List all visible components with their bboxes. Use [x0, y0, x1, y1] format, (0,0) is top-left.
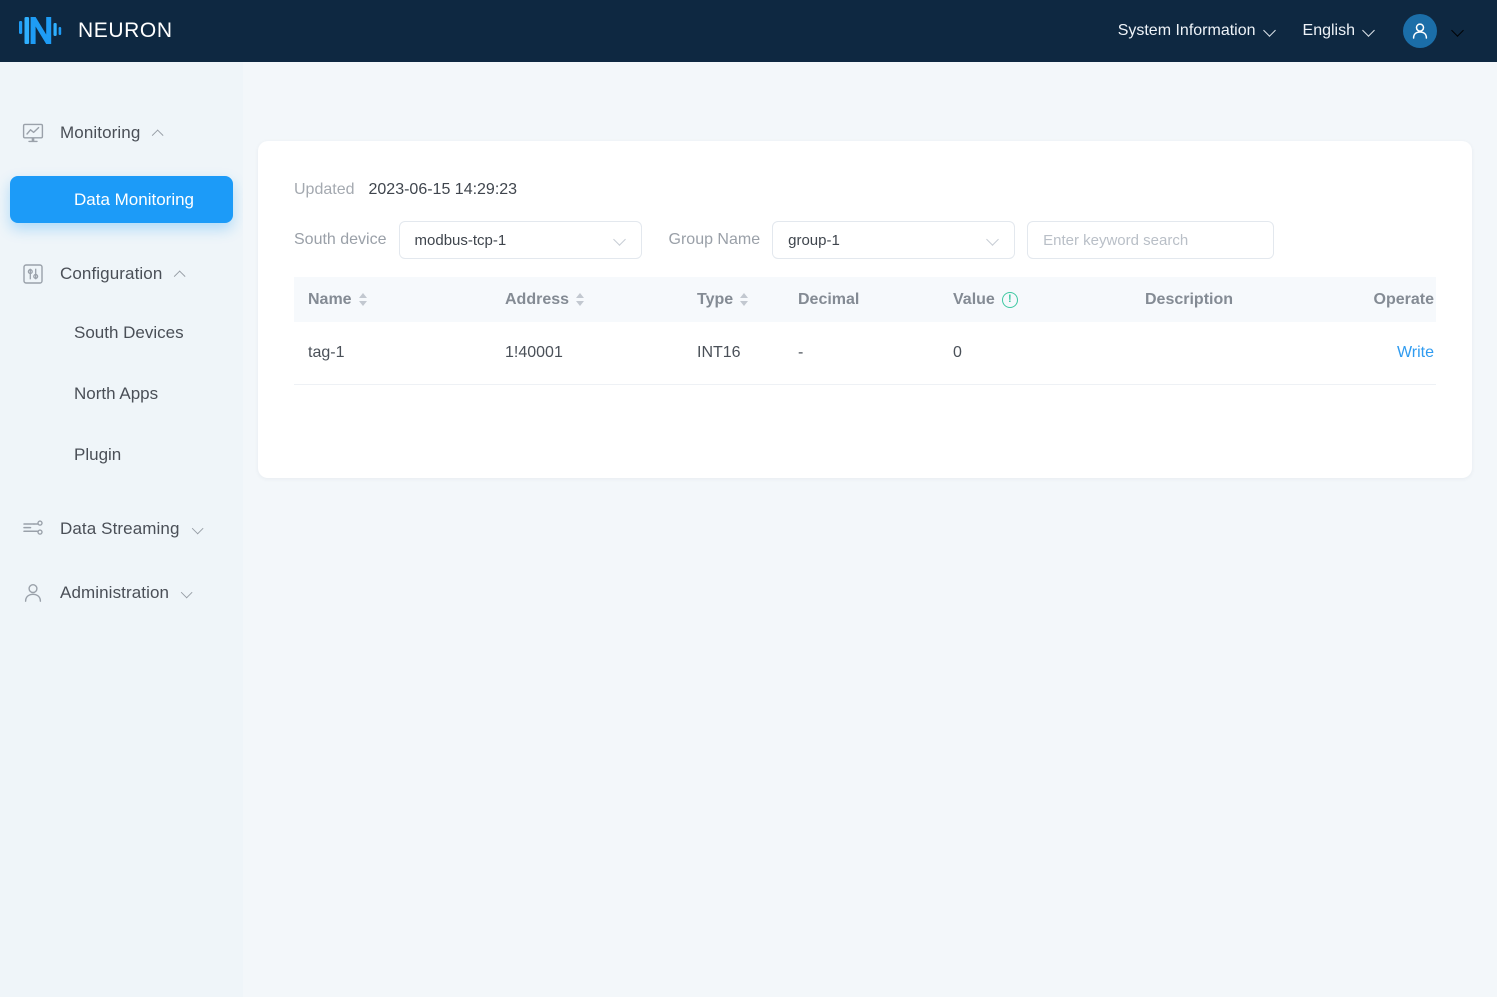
group-name-label: Group Name — [669, 231, 761, 249]
sort-icon[interactable] — [359, 293, 367, 306]
chevron-down-icon — [183, 587, 195, 598]
write-link[interactable]: Write — [1397, 344, 1434, 361]
data-monitoring-card: Updated 2023-06-15 14:29:23 South device… — [258, 141, 1472, 478]
column-header-description: Description — [1131, 277, 1351, 322]
south-device-select[interactable]: modbus-tcp-1 — [399, 221, 642, 259]
neuron-logo-icon — [18, 14, 64, 48]
monitor-chart-icon — [20, 120, 46, 146]
column-header-decimal: Decimal — [784, 277, 939, 322]
main-content: Updated 2023-06-15 14:29:23 South device… — [243, 62, 1497, 997]
chevron-down-icon — [1453, 25, 1465, 37]
sidebar-item-south-devices[interactable]: South Devices — [10, 309, 233, 356]
sidebar-item-label: Plugin — [74, 445, 121, 465]
system-information-menu[interactable]: System Information — [1105, 0, 1290, 62]
column-header-operate: Operate — [1351, 277, 1436, 322]
south-device-value: modbus-tcp-1 — [415, 232, 507, 249]
user-menu[interactable] — [1389, 0, 1473, 62]
sidebar-group-label: Monitoring — [60, 123, 140, 143]
cell-value: 0 — [939, 322, 1131, 384]
sidebar-item-north-apps[interactable]: North Apps — [10, 370, 233, 417]
cell-operate: Write — [1351, 322, 1436, 384]
sidebar-group-label: Configuration — [60, 264, 162, 284]
chevron-up-icon — [154, 127, 166, 138]
cell-type: INT16 — [683, 322, 784, 384]
column-label: Name — [308, 291, 352, 309]
top-bar: NEURON System Information English — [0, 0, 1497, 62]
chevron-down-icon — [1265, 25, 1277, 37]
chevron-down-icon — [1364, 25, 1376, 37]
sort-icon[interactable] — [576, 293, 584, 306]
table-row: tag-1 1!40001 INT16 - 0 Write — [294, 322, 1436, 384]
cell-decimal: - — [784, 322, 939, 384]
column-header-type[interactable]: Type — [683, 277, 784, 322]
sidebar-item-label: North Apps — [74, 384, 158, 404]
column-label: Description — [1145, 291, 1233, 309]
sort-icon[interactable] — [740, 293, 748, 306]
table-body: tag-1 1!40001 INT16 - 0 Write — [294, 322, 1436, 384]
column-header-address[interactable]: Address — [491, 277, 683, 322]
column-label: Operate — [1374, 291, 1434, 309]
south-device-label: South device — [294, 231, 387, 249]
person-icon — [20, 580, 46, 606]
language-label: English — [1303, 22, 1355, 40]
sidebar-group-configuration[interactable]: Configuration — [0, 253, 243, 295]
sidebar-group-monitoring[interactable]: Monitoring — [0, 112, 243, 154]
user-avatar-icon — [1410, 21, 1430, 41]
group-name-select[interactable]: group-1 — [772, 221, 1015, 259]
column-label: Type — [697, 291, 733, 309]
column-label: Address — [505, 291, 569, 309]
updated-timestamp: 2023-06-15 14:29:23 — [369, 181, 518, 199]
group-name-value: group-1 — [788, 232, 840, 249]
chevron-down-icon — [193, 523, 205, 534]
brand-name: NEURON — [78, 19, 173, 43]
table-header: Name Address Type — [294, 277, 1436, 322]
sidebar-item-plugin[interactable]: Plugin — [10, 431, 233, 478]
system-information-label: System Information — [1118, 22, 1256, 40]
sidebar-group-administration[interactable]: Administration — [0, 572, 243, 614]
updated-row: Updated 2023-06-15 14:29:23 — [294, 181, 1436, 199]
sidebar-group-label: Data Streaming — [60, 519, 180, 539]
filters-row: South device modbus-tcp-1 Group Name gro… — [294, 221, 1436, 259]
chevron-down-icon — [988, 234, 1002, 246]
cell-name: tag-1 — [294, 322, 491, 384]
sidebar-item-label: South Devices — [74, 323, 184, 343]
column-header-name[interactable]: Name — [294, 277, 491, 322]
column-header-value: Value ! — [939, 277, 1131, 322]
avatar — [1403, 14, 1437, 48]
language-menu[interactable]: English — [1290, 0, 1389, 62]
search-input[interactable] — [1027, 221, 1274, 259]
info-circle-icon[interactable]: ! — [1002, 292, 1018, 308]
sidebar-item-label: Data Monitoring — [74, 190, 194, 210]
cell-address: 1!40001 — [491, 322, 683, 384]
tags-table: Name Address Type — [294, 277, 1436, 385]
sidebar: Monitoring Data Monitoring Configuration… — [0, 62, 243, 997]
top-bar-actions: System Information English — [1105, 0, 1473, 62]
updated-label: Updated — [294, 181, 355, 199]
column-label: Decimal — [798, 291, 859, 309]
brand: NEURON — [18, 14, 173, 48]
table-header-row: Name Address Type — [294, 277, 1436, 322]
chevron-down-icon — [615, 234, 629, 246]
chevron-up-icon — [176, 268, 188, 279]
sliders-icon — [20, 261, 46, 287]
data-flow-icon — [20, 516, 46, 542]
sidebar-item-data-monitoring[interactable]: Data Monitoring — [10, 176, 233, 223]
cell-description — [1131, 322, 1351, 384]
sidebar-group-data-streaming[interactable]: Data Streaming — [0, 508, 243, 550]
sidebar-group-label: Administration — [60, 583, 169, 603]
column-label: Value — [953, 291, 995, 309]
